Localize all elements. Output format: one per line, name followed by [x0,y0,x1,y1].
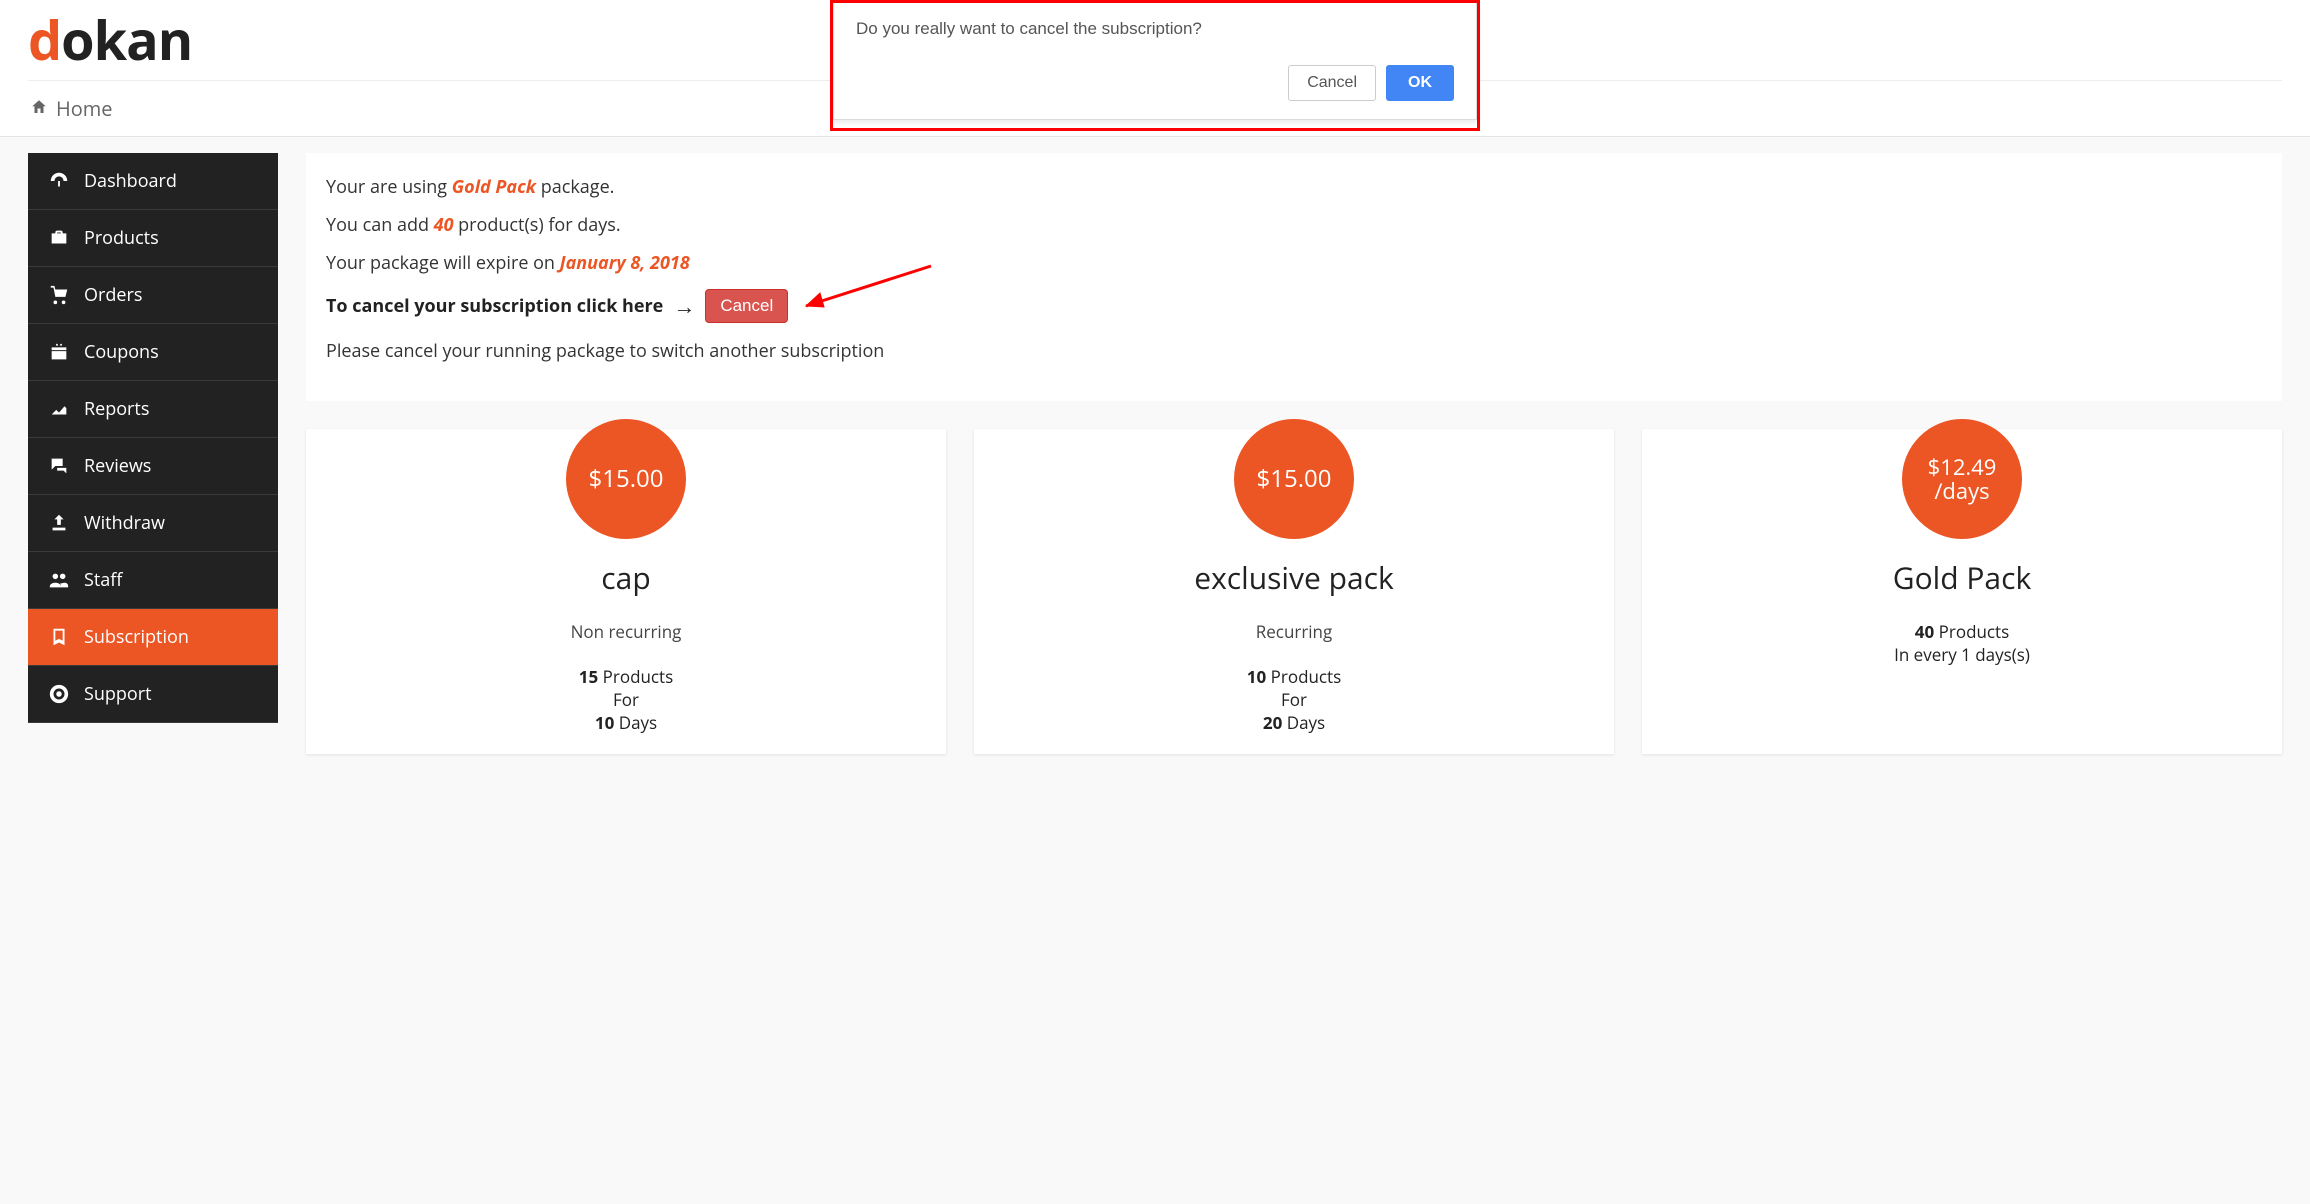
arrow-right-icon: → [673,291,695,321]
pack-price: $15.00 [566,419,686,539]
sidebar-item-label: Coupons [84,340,159,364]
packs-row: $15.00 cap Non recurring 15 Products For… [306,429,2282,754]
breadcrumb-label: Home [56,95,113,122]
confirm-dialog: Do you really want to cancel the subscri… [833,3,1477,120]
expire-line: Your package will expire on January 8, 2… [326,251,2262,275]
dialog-cancel-button[interactable]: Cancel [1288,65,1376,101]
sidebar-item-label: Products [84,226,159,250]
pack-name: cap [326,557,926,598]
pack-days-word: Days [614,711,657,734]
sidebar-item-dashboard[interactable]: Dashboard [28,153,278,210]
sidebar: Dashboard Products Orders Coupons Report… [28,153,278,723]
using-line: Your are using Gold Pack package. [326,175,2262,199]
dashboard-icon [48,170,70,192]
expire-prefix: Your package will expire on [326,251,560,275]
sidebar-item-coupons[interactable]: Coupons [28,324,278,381]
sidebar-item-label: Subscription [84,625,189,649]
using-prefix: Your are using [326,175,452,199]
pack-card: $15.00 cap Non recurring 15 Products For… [306,429,946,754]
life-ring-icon [48,683,70,705]
pack-price: $12.49 /days [1902,419,2022,539]
upload-icon [48,512,70,534]
pack-products-num: 40 [1915,620,1934,643]
switch-note: Please cancel your running package to sw… [326,339,2262,363]
pack-name: exclusive pack [994,557,1594,598]
can-add-line: You can add 40 product(s) for days. [326,213,2262,237]
confirm-dialog-message: Do you really want to cancel the subscri… [856,19,1454,39]
pack-products-num: 15 [579,665,598,688]
users-icon [48,569,70,591]
cart-icon [48,284,70,306]
pack-products: 15 Products [326,665,926,688]
pack-products-word: Products [1266,665,1341,688]
sidebar-item-label: Withdraw [84,511,165,535]
pack-name: Gold Pack [1662,557,2262,598]
book-icon [48,626,70,648]
pack-for: For [994,688,1594,711]
chart-icon [48,398,70,420]
briefcase-icon [48,227,70,249]
sidebar-item-support[interactable]: Support [28,666,278,723]
pack-days-num: 20 [1263,711,1282,734]
cancel-line: To cancel your subscription click here →… [326,289,2262,323]
sidebar-item-staff[interactable]: Staff [28,552,278,609]
pack-card: $12.49 /days Gold Pack 40 Products In ev… [1642,429,2282,754]
sidebar-item-label: Reviews [84,454,151,478]
cancel-label: To cancel your subscription click here [326,294,663,318]
pack-for: For [326,688,926,711]
sidebar-item-products[interactable]: Products [28,210,278,267]
pack-days: 20 Days [994,711,1594,734]
home-icon [30,95,48,122]
sidebar-item-reports[interactable]: Reports [28,381,278,438]
pack-products-num: 10 [1247,665,1266,688]
main-content: Your are using Gold Pack package. You ca… [306,153,2282,754]
confirm-dialog-actions: Cancel OK [856,65,1454,101]
pack-card: $15.00 exclusive pack Recurring 10 Produ… [974,429,1614,754]
can-add-prefix: You can add [326,213,434,237]
pack-products-word: Products [598,665,673,688]
expire-date: January 8, 2018 [560,251,690,275]
pack-for: In every 1 days(s) [1662,643,2262,666]
sidebar-item-orders[interactable]: Orders [28,267,278,324]
sidebar-item-label: Staff [84,568,122,592]
pack-days-word: Days [1282,711,1325,734]
confirm-dialog-highlight: Do you really want to cancel the subscri… [830,0,1480,131]
pack-sub: Recurring [994,620,1594,643]
annotation-arrow-icon [786,261,936,326]
using-suffix: package. [536,175,614,199]
sidebar-item-label: Reports [84,397,149,421]
can-add-num: 40 [434,213,454,237]
subscription-info-card: Your are using Gold Pack package. You ca… [306,153,2282,401]
sidebar-item-label: Dashboard [84,169,177,193]
pack-products: 40 Products [1662,620,2262,643]
sidebar-item-label: Support [84,682,152,706]
gift-icon [48,341,70,363]
can-add-suffix: product(s) for days. [453,213,620,237]
sidebar-item-subscription[interactable]: Subscription [28,609,278,666]
brand-d: d [28,2,61,76]
pack-products: 10 Products [994,665,1594,688]
pack-products-word: Products [1934,620,2009,643]
cancel-subscription-button[interactable]: Cancel [705,289,788,323]
pack-price: $15.00 [1234,419,1354,539]
pack-sub: Non recurring [326,620,926,643]
pack-days: 10 Days [326,711,926,734]
using-pack: Gold Pack [452,175,536,199]
sidebar-item-reviews[interactable]: Reviews [28,438,278,495]
comments-icon [48,455,70,477]
sidebar-item-label: Orders [84,283,142,307]
sidebar-item-withdraw[interactable]: Withdraw [28,495,278,552]
dialog-ok-button[interactable]: OK [1386,65,1454,101]
brand-rest: okan [61,2,192,76]
pack-days-num: 10 [595,711,614,734]
